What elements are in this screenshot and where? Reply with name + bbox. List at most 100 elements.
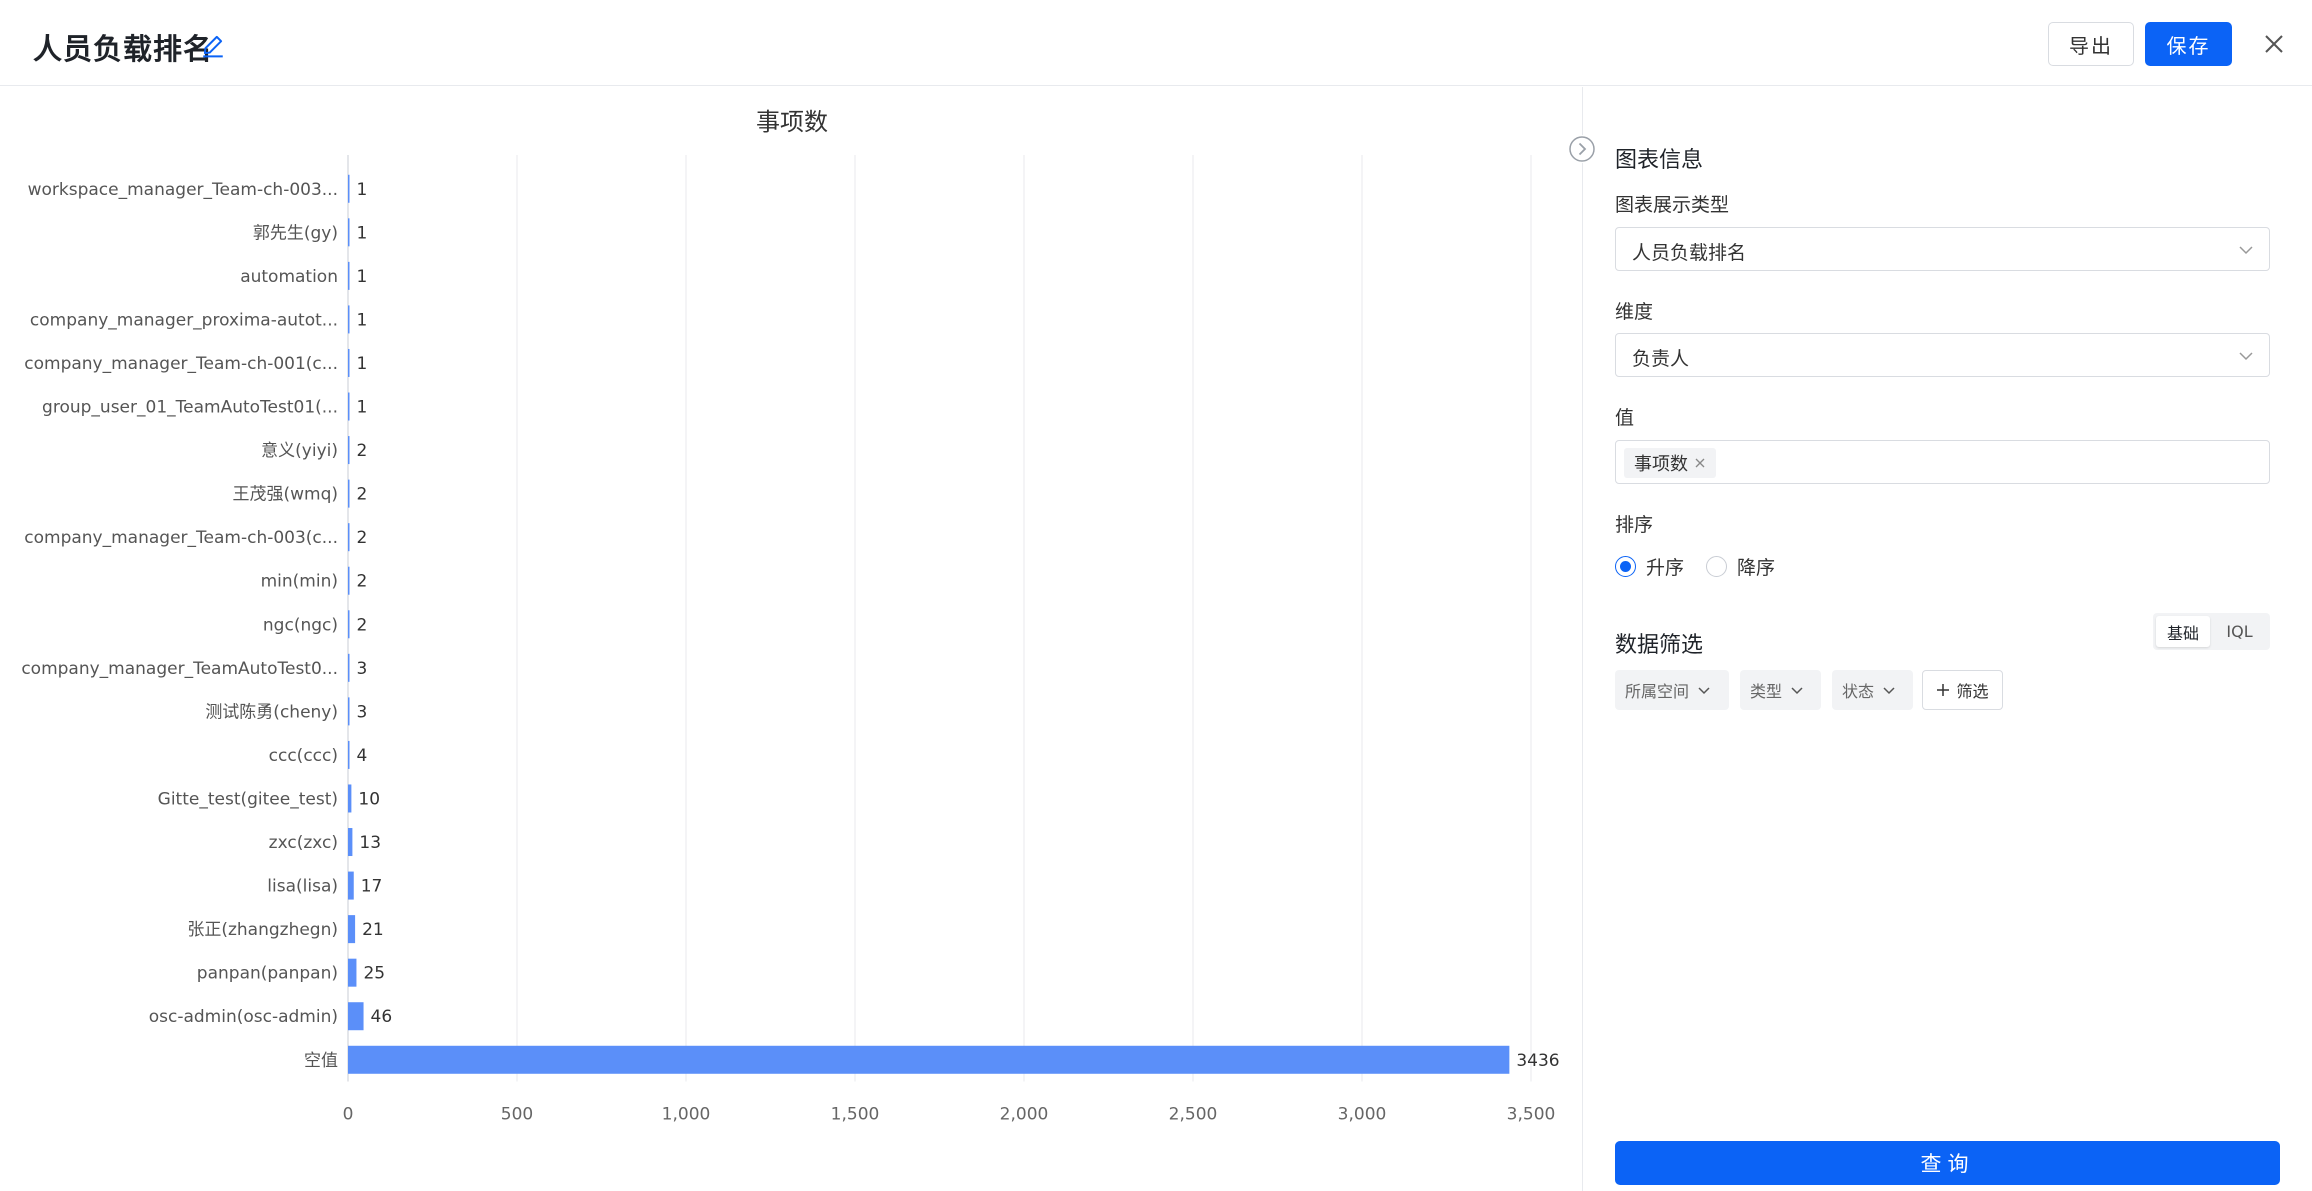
bar[interactable]: [348, 261, 350, 290]
bar-value-label: 1: [357, 180, 368, 200]
bar[interactable]: [348, 348, 350, 377]
filter-mode-toggle: 基础 IQL: [2153, 613, 2270, 650]
filter-status[interactable]: 状态: [1832, 670, 1913, 710]
bar[interactable]: [348, 1045, 1510, 1074]
bar-value-label: 2: [357, 572, 368, 592]
bar[interactable]: [348, 523, 350, 552]
bar[interactable]: [348, 566, 350, 595]
bar[interactable]: [348, 740, 350, 769]
data-filter-title: 数据筛选: [1615, 633, 1704, 658]
bar-chart: 事项数 workspace_manager_Team-ch-003... 1 郭先生…: [21, 108, 1559, 1125]
chevron-down-icon: [1883, 687, 1895, 695]
filter-workspace-label: 所属空间: [1625, 682, 1690, 701]
bar[interactable]: [348, 392, 350, 421]
bar[interactable]: [348, 174, 350, 203]
sort-asc-label: 升序: [1646, 557, 1685, 579]
panel-title: 图表信息: [1615, 148, 1704, 173]
chart-area: 事项数 workspace_manager_Team-ch-003... 1 郭先生…: [0, 87, 1582, 1191]
chevron-down-icon: [2239, 352, 2253, 361]
bar-value-label: 1: [357, 354, 368, 374]
y-category-label: min(min): [261, 572, 338, 592]
bar-value-label: 13: [359, 833, 381, 853]
value-tag: 事项数: [1624, 448, 1716, 478]
bar-value-label: 10: [358, 789, 380, 809]
mode-basic-tab[interactable]: 基础: [2156, 616, 2210, 647]
y-category-label: company_manager_proxima-autot...: [30, 310, 338, 330]
dimension-label: 维度: [1615, 301, 1654, 323]
bar-value-label: 17: [361, 877, 383, 897]
x-tick-label: 0: [343, 1105, 354, 1125]
filter-type[interactable]: 类型: [1740, 670, 1821, 710]
y-category-label: automation: [240, 267, 338, 287]
dimension-value: 负责人: [1632, 348, 1690, 370]
mode-iql-tab[interactable]: IQL: [2212, 616, 2267, 647]
value-label: 值: [1615, 407, 1635, 429]
add-filter-label: 筛选: [1956, 682, 1989, 701]
bar[interactable]: [348, 697, 350, 726]
export-button[interactable]: 导出: [2048, 22, 2134, 66]
bar[interactable]: [348, 958, 357, 987]
radio-checked-icon: [1615, 556, 1636, 577]
bar[interactable]: [348, 828, 353, 857]
bar-value-label: 2: [357, 441, 368, 461]
close-icon[interactable]: [2262, 32, 2286, 56]
bar[interactable]: [348, 784, 352, 813]
y-category-label: 张正(zhangzhegn): [187, 920, 338, 940]
y-category-label: 意义(yiyi): [261, 441, 338, 461]
y-category-label: company_manager_TeamAutoTest0...: [21, 659, 338, 679]
value-multiselect[interactable]: 事项数: [1615, 440, 2270, 484]
chart-settings-panel: 图表信息 图表展示类型 人员负载排名 维度 负责人 值 事项数 排序 升序 降序…: [1583, 87, 2312, 1191]
bar-value-label: 2: [357, 485, 368, 505]
sort-desc-radio[interactable]: 降序: [1706, 553, 1775, 580]
chevron-down-icon: [1791, 687, 1803, 695]
bar-value-label: 21: [362, 920, 384, 940]
y-category-label: panpan(panpan): [197, 964, 338, 984]
query-button[interactable]: 查询: [1615, 1141, 2280, 1185]
y-category-label: 郭先生(gy): [253, 223, 338, 243]
x-tick-label: 1,500: [831, 1105, 880, 1125]
chart-type-select[interactable]: 人员负载排名: [1615, 227, 2270, 271]
plus-icon: [1937, 684, 1950, 696]
dimension-select[interactable]: 负责人: [1615, 333, 2270, 377]
sort-asc-radio[interactable]: 升序: [1615, 553, 1684, 580]
bar-value-label: 25: [363, 964, 385, 984]
y-category-label: lisa(lisa): [267, 877, 338, 897]
bar[interactable]: [348, 610, 350, 639]
bar-value-label: 1: [357, 223, 368, 243]
chart-title: 事项数: [756, 108, 828, 136]
bar[interactable]: [348, 915, 356, 944]
bar-value-label: 1: [357, 398, 368, 418]
bar[interactable]: [348, 436, 350, 465]
bar[interactable]: [348, 653, 350, 682]
y-category-label: 空值: [304, 1051, 338, 1071]
bar[interactable]: [348, 479, 350, 508]
y-category-label: 测试陈勇(cheny): [205, 702, 338, 722]
remove-tag-icon[interactable]: [1694, 457, 1706, 469]
bar[interactable]: [348, 871, 354, 900]
x-tick-label: 3,500: [1507, 1105, 1556, 1125]
y-category-label: zxc(zxc): [269, 833, 338, 853]
bar-value-label: 1: [357, 267, 368, 287]
x-tick-label: 2,000: [1000, 1105, 1049, 1125]
y-category-label: 王茂强(wmq): [232, 485, 338, 505]
edit-pencil-icon[interactable]: [200, 32, 226, 58]
value-tag-text: 事项数: [1634, 454, 1688, 475]
x-tick-label: 2,500: [1169, 1105, 1218, 1125]
bar-value-label: 3: [357, 659, 368, 679]
chevron-down-icon: [2239, 246, 2253, 255]
filter-type-label: 类型: [1750, 682, 1783, 701]
bar-value-label: 1: [357, 310, 368, 330]
y-category-label: ngc(ngc): [263, 615, 338, 635]
y-category-label: Gitte_test(gitee_test): [158, 789, 338, 809]
y-category-label: workspace_manager_Team-ch-003...: [28, 180, 338, 200]
save-button[interactable]: 保存: [2145, 22, 2232, 66]
add-filter-button[interactable]: 筛选: [1922, 670, 2003, 710]
bar-value-label: 46: [371, 1007, 393, 1027]
sort-label: 排序: [1615, 514, 1654, 536]
bar-value-label: 2: [357, 528, 368, 548]
y-category-label: company_manager_Team-ch-001(c...: [24, 354, 338, 374]
bar[interactable]: [348, 1002, 364, 1031]
bar[interactable]: [348, 218, 350, 247]
filter-workspace[interactable]: 所属空间: [1615, 670, 1729, 710]
bar[interactable]: [348, 305, 350, 334]
